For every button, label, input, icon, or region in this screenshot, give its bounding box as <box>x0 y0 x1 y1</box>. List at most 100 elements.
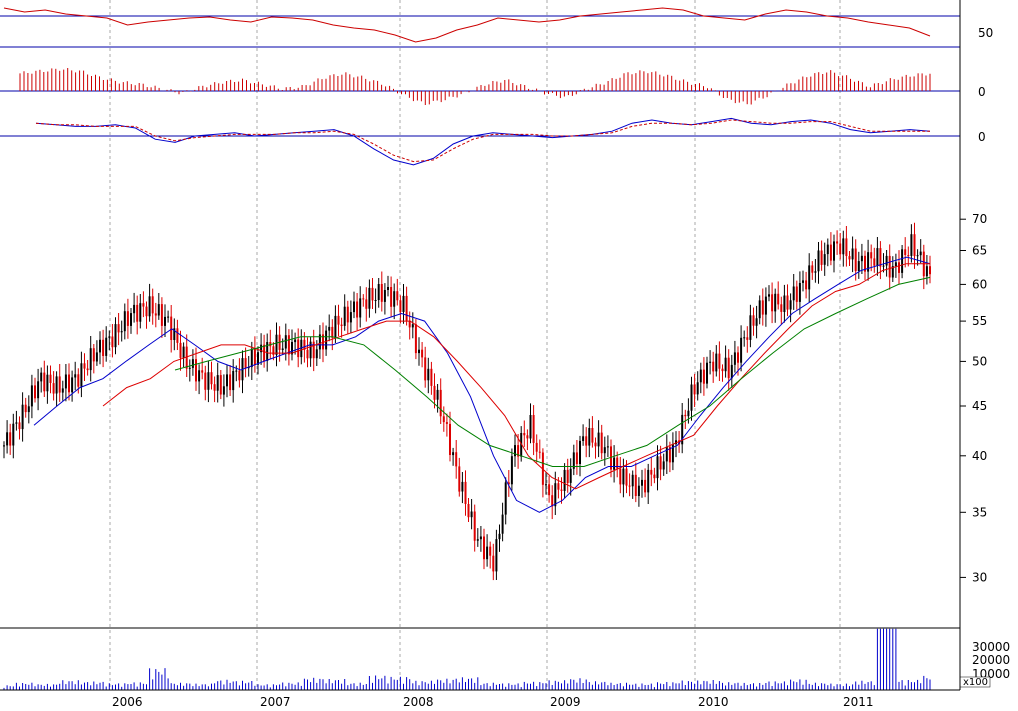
price-body <box>108 336 111 338</box>
price-body <box>201 370 204 373</box>
price-body <box>829 244 832 261</box>
price-body <box>727 357 730 379</box>
price-body <box>768 294 770 297</box>
price-body <box>925 266 928 277</box>
price-body <box>58 376 61 393</box>
price-body <box>424 357 427 381</box>
price-body <box>870 252 873 259</box>
price-body <box>882 265 885 267</box>
price-body <box>18 422 21 430</box>
price-body <box>545 484 547 486</box>
price-body <box>721 368 724 372</box>
price-body <box>238 370 241 381</box>
x-tick-label: 2006 <box>112 695 143 709</box>
price-body <box>123 311 126 332</box>
price-body <box>455 452 458 467</box>
price-body <box>696 382 699 395</box>
price-body <box>594 442 597 447</box>
price-body <box>365 299 368 309</box>
price-body <box>207 372 210 390</box>
histogram-panel: 0 <box>0 68 986 105</box>
price-body <box>46 374 49 392</box>
price-body <box>486 546 489 560</box>
price-body <box>737 352 739 363</box>
price-body <box>495 539 498 572</box>
macd-signal-line <box>35 119 930 163</box>
price-body <box>340 324 343 326</box>
x-tick-label: 2010 <box>698 695 729 709</box>
price-body <box>136 304 139 322</box>
price-body <box>216 375 219 391</box>
price-body <box>139 303 142 322</box>
price-body <box>510 456 513 485</box>
macd-line <box>35 117 931 166</box>
price-body <box>411 324 414 328</box>
price-body <box>430 368 433 386</box>
price-body <box>390 287 393 307</box>
price-body <box>362 298 365 300</box>
price-body <box>244 358 247 369</box>
price-body <box>637 485 640 496</box>
moving-average-long <box>174 276 931 467</box>
price-body <box>126 311 129 326</box>
price-body <box>523 433 526 436</box>
price-body <box>702 369 705 384</box>
price-body <box>603 447 606 454</box>
price-body <box>662 461 665 470</box>
macd-panel: 0 <box>0 117 986 166</box>
price-tick-label: 55 <box>972 314 987 328</box>
price-body <box>235 370 238 372</box>
price-body <box>191 359 194 368</box>
price-body <box>442 416 445 423</box>
price-body <box>167 316 170 318</box>
price-body <box>164 316 166 326</box>
price-body <box>331 326 334 338</box>
price-body <box>458 466 461 492</box>
price-body <box>665 446 668 462</box>
price-body <box>501 514 504 534</box>
price-body <box>885 255 888 266</box>
price-body <box>263 344 266 361</box>
price-body <box>43 372 46 392</box>
x-axis: 2006 2007 2008 2009 2010 2011 <box>112 695 874 709</box>
price-body <box>24 404 27 413</box>
price-body <box>142 303 145 307</box>
price-tick-label: 70 <box>972 212 987 226</box>
price-tick-label: 35 <box>972 505 987 519</box>
price-body <box>764 296 767 315</box>
price-body <box>188 367 191 369</box>
price-body <box>12 423 15 446</box>
price-body <box>133 304 136 314</box>
price-body <box>613 457 616 470</box>
price-tick-label: 40 <box>972 449 987 463</box>
price-body <box>3 445 5 447</box>
price-body <box>452 452 455 456</box>
price-body <box>52 383 55 394</box>
price-body <box>383 290 386 302</box>
price-body <box>476 539 479 541</box>
price-body <box>817 250 820 272</box>
macd-axis-label: 0 <box>978 130 986 144</box>
price-body <box>275 334 278 355</box>
price-body <box>656 456 659 479</box>
price-body <box>631 474 634 487</box>
price-body <box>40 372 43 382</box>
price-body <box>904 249 907 255</box>
price-body <box>421 349 424 358</box>
price-body <box>548 484 551 496</box>
price-body <box>730 364 733 379</box>
price-body <box>170 316 173 340</box>
price-body <box>349 312 352 323</box>
price-body <box>839 243 842 255</box>
price-body <box>83 363 86 369</box>
price-body <box>795 286 798 302</box>
price-body <box>588 428 591 446</box>
price-body <box>374 300 377 301</box>
price-body <box>380 284 383 302</box>
price-body <box>712 361 715 372</box>
price-body <box>92 348 95 362</box>
price-body <box>641 479 643 486</box>
price-body <box>272 346 275 355</box>
price-tick-label: 60 <box>972 277 987 291</box>
price-body <box>49 374 52 383</box>
